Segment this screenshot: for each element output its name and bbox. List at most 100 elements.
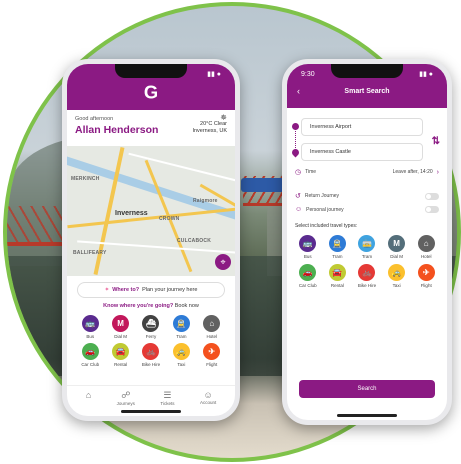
travel-type-bus[interactable]: 🚌 Bus: [293, 235, 323, 259]
transport-label: Ferry: [145, 334, 157, 339]
transport-ferry[interactable]: ⛴ Ferry: [136, 315, 166, 339]
chevron-right-icon: ›: [436, 168, 439, 176]
travel-type-label: Dial M: [390, 254, 403, 259]
travel-type-carclub[interactable]: 🚗 Car Club: [293, 264, 323, 288]
transport-label: Taxi: [177, 362, 186, 367]
bike-icon: 🚲: [142, 343, 160, 360]
transport-grid: 🚌 Bus M Dial M ⛴ Ferry 🚊 Tram ⌂ Hotel 🚗 …: [67, 309, 235, 367]
bottom-tab-bar: ⌂ ☍ Journeys ☰ Tickets ☺ Account: [67, 385, 235, 406]
transport-bike[interactable]: 🚲 Bike Hire: [136, 343, 166, 367]
travel-type-tram-2[interactable]: 🚋 Tram: [352, 235, 382, 259]
transport-label: Bus: [86, 334, 95, 339]
taxi-icon: 🚕: [172, 343, 190, 360]
page-title: Smart Search: [344, 88, 390, 95]
where-suffix: Plan your journey here: [142, 287, 198, 293]
notch: [331, 64, 403, 78]
tab-tickets[interactable]: ☰ Tickets: [160, 390, 174, 406]
greeting-section: Good afternoon Allan Henderson ✵ 20°C Cl…: [67, 110, 235, 146]
travel-type-label: Car Club: [298, 283, 317, 288]
travel-type-dialm[interactable]: M Dial M: [382, 235, 412, 259]
car-club-icon: 🚗: [81, 343, 99, 360]
people-icon: ☺: [295, 206, 303, 213]
ferry-icon: ⛴: [142, 315, 160, 332]
home-header: ▮▮ ● G: [67, 64, 235, 110]
phone-home: ▮▮ ● G Good afternoon Allan Henderson ✵ …: [62, 59, 240, 421]
search-button[interactable]: Search: [299, 380, 435, 398]
tab-label: Journeys: [116, 401, 135, 406]
weather-widget: ✵ 20°C Clear Inverness, UK: [192, 114, 227, 135]
app-logo-icon: G: [144, 82, 158, 103]
map-label-balloch: BALLIFEARY: [73, 250, 107, 256]
travel-type-tram[interactable]: 🚊 Tram: [323, 235, 353, 259]
tram-icon: 🚊: [328, 235, 346, 252]
travel-type-label: Rental: [330, 283, 344, 288]
return-label: Return Journey: [304, 193, 340, 199]
transport-taxi[interactable]: 🚕 Taxi: [166, 343, 196, 367]
transport-hotel[interactable]: ⌂ Hotel: [197, 315, 227, 339]
time-label: Time: [305, 169, 317, 175]
travel-type-label: Tram: [332, 254, 343, 259]
transport-bus[interactable]: 🚌 Bus: [75, 315, 105, 339]
map-label-inverness: Inverness: [115, 210, 148, 217]
destination-field[interactable]: Inverness Castle: [301, 143, 423, 161]
transport-label: Bike Hire: [141, 362, 161, 367]
travel-type-taxi[interactable]: 🚕 Taxi: [382, 264, 412, 288]
travel-type-label: Tram: [361, 254, 373, 259]
return-icon: ↺: [295, 193, 301, 200]
travel-type-rental[interactable]: 🚘 Rental: [323, 264, 353, 288]
travel-types-heading: Select included travel types:: [295, 223, 358, 229]
svg-text:G: G: [144, 82, 158, 103]
status-icons: ▮▮ ●: [207, 71, 221, 78]
where-to-input[interactable]: ✶ Where to? Plan your journey here: [77, 282, 225, 298]
return-journey-toggle[interactable]: [425, 192, 439, 200]
time-row[interactable]: ◷ Time Leave after, 14:20 ›: [287, 168, 447, 177]
travel-type-hotel[interactable]: ⌂ Hotel: [411, 235, 441, 259]
transport-label: Dial M: [114, 334, 127, 339]
travel-type-label: Flight: [420, 283, 432, 288]
plane-icon: ✈: [417, 264, 435, 281]
time-value: Leave after, 14:20: [392, 169, 433, 175]
car-club-icon: 🚗: [299, 264, 317, 281]
weather-icon: ✵: [220, 113, 227, 122]
status-time: 9:30: [301, 70, 315, 78]
map-view[interactable]: MERKINCH Inverness CROWN Raigmore CULCAB…: [67, 146, 235, 276]
personal-journey-row: ☺ Personal journey: [287, 206, 447, 213]
status-icons: ▮▮ ●: [419, 71, 433, 78]
journeys-icon: ☍: [121, 390, 131, 400]
bike-icon: 🚲: [358, 264, 376, 281]
transport-carclub[interactable]: 🚗 Car Club: [75, 343, 105, 367]
travel-type-bike[interactable]: 🚲 Bike Hire: [352, 264, 382, 288]
map-road: [128, 152, 235, 182]
crosshair-icon: ⌖: [220, 256, 226, 267]
bus-icon: 🚌: [299, 235, 317, 252]
transport-label: Flight: [206, 362, 218, 367]
plane-icon: ✈: [203, 343, 221, 360]
travel-type-label: Hotel: [420, 254, 432, 259]
locate-me-button[interactable]: ⌖: [215, 254, 231, 270]
weather-temp: 20°C Clear: [200, 121, 227, 127]
tab-home[interactable]: ⌂: [86, 390, 91, 406]
hotel-icon: ⌂: [203, 315, 221, 332]
transport-flight[interactable]: ✈ Flight: [197, 343, 227, 367]
origin-field[interactable]: Inverness Airport: [301, 118, 423, 136]
travel-types-grid: 🚌 Bus 🚊 Tram 🚋 Tram M Dial M ⌂ Hotel 🚗 C…: [287, 229, 447, 288]
transport-dialm[interactable]: M Dial M: [105, 315, 135, 339]
travel-type-label: Taxi: [392, 283, 401, 288]
tab-label: Account: [199, 400, 217, 405]
return-journey-row: ↺ Return Journey: [287, 192, 447, 200]
account-icon: ☺: [203, 390, 213, 400]
bus-icon: 🚌: [81, 315, 99, 332]
transport-rental[interactable]: 🚘 Rental: [105, 343, 135, 367]
rental-car-icon: 🚘: [112, 343, 130, 360]
travel-type-flight[interactable]: ✈ Flight: [411, 264, 441, 288]
personal-journey-toggle[interactable]: [425, 206, 439, 213]
pin-icon: ✶: [104, 287, 110, 293]
tab-account[interactable]: ☺ Account: [200, 390, 216, 406]
dial-m-icon: M: [388, 235, 406, 252]
transport-tram[interactable]: 🚊 Tram: [166, 315, 196, 339]
where-prefix: Where to?: [112, 287, 140, 293]
tab-journeys[interactable]: ☍ Journeys: [117, 390, 135, 406]
search-header: 9:30 ▮▮ ● ‹ Smart Search: [287, 64, 447, 108]
swap-icon[interactable]: ⇅: [432, 136, 440, 147]
notch: [115, 64, 187, 78]
